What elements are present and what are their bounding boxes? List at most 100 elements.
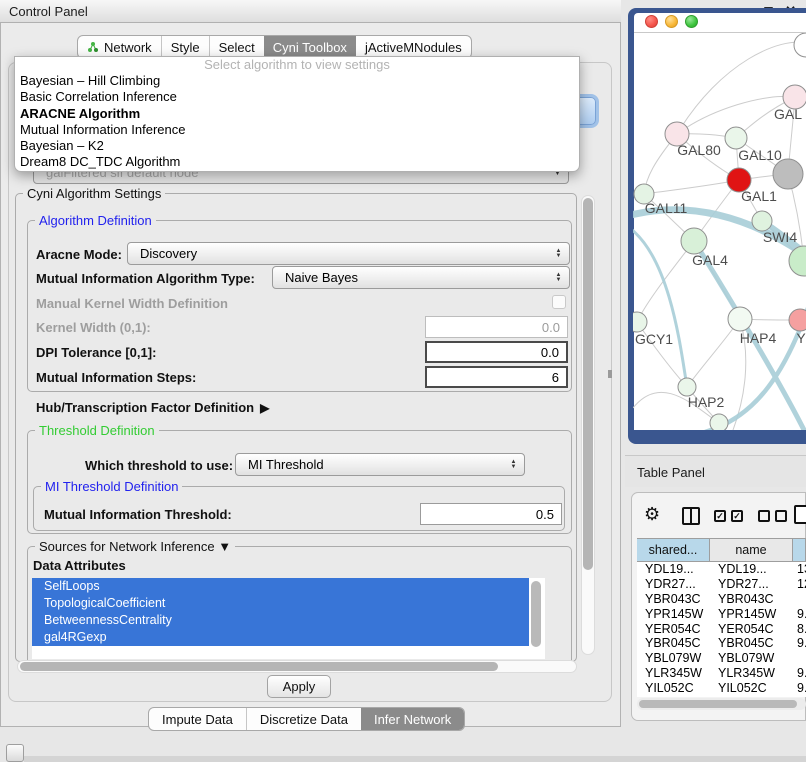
menu-item[interactable]: Bayesian – Hill Climbing bbox=[15, 73, 579, 89]
mi-algorithm-type-value: Naive Bayes bbox=[285, 270, 358, 285]
network-canvas[interactable]: GALGAL80GAL10GAL1GAL11SWI4GAL4GCY1HAP4YH… bbox=[633, 33, 806, 430]
network-node-gal10[interactable] bbox=[725, 127, 747, 149]
window-zoom-traffic-light[interactable] bbox=[685, 15, 698, 28]
hub-definition-expander[interactable]: Hub/Transcription Factor Definition▶ bbox=[36, 400, 269, 415]
algorithm-menu-prompt: Select algorithm to view settings bbox=[15, 57, 579, 73]
deselect-checkbox-icon[interactable] bbox=[758, 510, 770, 522]
attribute-item[interactable]: gal4RGexp bbox=[32, 629, 529, 646]
select-all-checkbox-icon[interactable]: ✓ bbox=[714, 510, 726, 522]
column-header[interactable]: name bbox=[710, 539, 793, 561]
dock-panel-button[interactable] bbox=[6, 744, 24, 762]
table-row[interactable]: YIL052CYIL052C9. bbox=[637, 681, 806, 696]
network-node-gal4[interactable] bbox=[681, 228, 707, 254]
menu-item[interactable]: Dream8 DC_TDC Algorithm bbox=[15, 154, 579, 170]
table-cell: YBR043C bbox=[637, 592, 710, 607]
tab-select[interactable]: Select bbox=[209, 36, 264, 58]
menu-item[interactable]: Bayesian – K2 bbox=[15, 138, 579, 154]
which-threshold-combo[interactable]: MI Threshold ▲▼ bbox=[235, 453, 525, 476]
algorithm-definition-title: Algorithm Definition bbox=[35, 213, 156, 228]
table-row[interactable]: YBR043CYBR043C bbox=[637, 592, 806, 607]
tab-infer-network[interactable]: Infer Network bbox=[361, 708, 464, 730]
attribute-item[interactable]: TopologicalCoefficient bbox=[32, 595, 529, 612]
table-row[interactable]: YDL19...YDL19...13 bbox=[637, 562, 806, 577]
control-panel-title: Control Panel bbox=[9, 4, 88, 19]
table-row[interactable]: YBL079WYBL079W bbox=[637, 651, 806, 666]
table-panel-title: Table Panel bbox=[637, 465, 705, 480]
bottom-strip bbox=[24, 756, 806, 762]
table-cell: YLR345W bbox=[637, 666, 710, 681]
aracne-mode-combo[interactable]: Discovery ▲▼ bbox=[127, 242, 570, 265]
sources-title[interactable]: Sources for Network Inference ▼ bbox=[35, 539, 235, 554]
tab-style[interactable]: Style bbox=[161, 36, 209, 58]
combo-arrows-icon: ▲▼ bbox=[552, 269, 565, 286]
table-cell: YBR043C bbox=[710, 592, 793, 607]
network-node[interactable] bbox=[794, 33, 806, 57]
table-row[interactable]: YER054CYER054C8. bbox=[637, 622, 806, 637]
manual-kernel-width-checkbox[interactable] bbox=[552, 295, 566, 309]
combo-arrows-icon: ▲▼ bbox=[507, 456, 520, 473]
table-settings-gear-icon[interactable]: ⚙ bbox=[644, 504, 660, 525]
network-node-swi4[interactable] bbox=[752, 211, 772, 231]
select-all-checkbox-icon[interactable]: ✓ bbox=[731, 510, 743, 522]
table-body: YDL19...YDL19...13YDR27...YDR27...12YBR0… bbox=[637, 562, 806, 697]
settings-horizontal-scrollbar[interactable] bbox=[17, 660, 577, 673]
table-row[interactable]: YDR27...YDR27...12 bbox=[637, 577, 806, 592]
menu-item[interactable]: ARACNE Algorithm bbox=[15, 106, 579, 122]
aracne-mode-label: Aracne Mode: bbox=[36, 247, 122, 262]
tab-cyni-toolbox[interactable]: Cyni Toolbox bbox=[264, 36, 356, 58]
table-cell: 8. bbox=[793, 622, 806, 637]
aracne-mode-value: Discovery bbox=[140, 246, 197, 261]
apply-button[interactable]: Apply bbox=[267, 675, 331, 698]
network-node[interactable] bbox=[789, 246, 806, 276]
dpi-tolerance-field[interactable]: 0.0 bbox=[425, 341, 568, 363]
kernel-width-field[interactable]: 0.0 bbox=[425, 316, 568, 338]
mi-steps-label: Mutual Information Steps: bbox=[36, 370, 196, 385]
node-label: GAL10 bbox=[738, 147, 782, 163]
network-node[interactable] bbox=[773, 159, 803, 189]
table-cell: 9. bbox=[793, 607, 806, 622]
network-node-y[interactable] bbox=[789, 309, 806, 331]
settings-vertical-scrollbar[interactable] bbox=[581, 195, 595, 655]
menu-item[interactable]: Mutual Information Inference bbox=[15, 122, 579, 138]
table-row[interactable]: YPR145WYPR145W9. bbox=[637, 607, 806, 622]
window-close-traffic-light[interactable] bbox=[645, 15, 658, 28]
table-row[interactable]: YLR345WYLR345W9. bbox=[637, 666, 806, 681]
column-header[interactable] bbox=[793, 539, 806, 561]
tab-network[interactable]: Network bbox=[78, 36, 161, 58]
mi-steps-field[interactable]: 6 bbox=[425, 366, 568, 388]
expander-arrow-icon: ▶ bbox=[260, 401, 269, 415]
window-minimize-traffic-light[interactable] bbox=[665, 15, 678, 28]
column-header[interactable]: shared... bbox=[637, 539, 710, 561]
attribute-item[interactable]: SelfLoops bbox=[32, 578, 529, 595]
table-header-row: shared...name bbox=[637, 538, 806, 562]
tab-impute-data[interactable]: Impute Data bbox=[149, 708, 246, 730]
attribute-item[interactable]: BetweennessCentrality bbox=[32, 612, 529, 629]
table-cell: YDR27... bbox=[637, 577, 710, 592]
menu-item[interactable]: Basic Correlation Inference bbox=[15, 89, 579, 105]
table-cell: 13 bbox=[793, 562, 806, 577]
panel-divider-grip[interactable] bbox=[608, 370, 612, 378]
node-label: HAP4 bbox=[740, 330, 777, 346]
control-panel-titlebar[interactable]: Control Panel bbox=[0, 0, 621, 23]
table-cell: 9. bbox=[793, 681, 806, 696]
which-threshold-label: Which threshold to use: bbox=[85, 458, 233, 473]
table-horizontal-scrollbar[interactable] bbox=[637, 698, 806, 710]
table-cell: YER054C bbox=[637, 622, 710, 637]
table-cell: YIL052C bbox=[637, 681, 710, 696]
table-cell: 9. bbox=[793, 636, 806, 651]
mi-algorithm-type-combo[interactable]: Naive Bayes ▲▼ bbox=[272, 266, 570, 289]
mi-threshold-field[interactable]: 0.5 bbox=[420, 503, 562, 525]
node-label: GAL80 bbox=[677, 142, 721, 158]
network-node-gcy1[interactable] bbox=[633, 312, 647, 332]
table-cell: YBR045C bbox=[637, 636, 710, 651]
network-node-hap4[interactable] bbox=[728, 307, 752, 331]
columns-icon[interactable] bbox=[682, 507, 700, 525]
attributes-list-scrollbar[interactable] bbox=[531, 581, 541, 647]
tab-discretize-data[interactable]: Discretize Data bbox=[246, 708, 361, 730]
deselect-checkbox-icon[interactable] bbox=[775, 510, 787, 522]
table-row[interactable]: YBR045CYBR045C9. bbox=[637, 636, 806, 651]
network-node[interactable] bbox=[710, 414, 728, 430]
node-label: GAL bbox=[774, 106, 802, 122]
export-table-icon[interactable] bbox=[794, 505, 806, 524]
tab-jactivemnodules[interactable]: jActiveMNodules bbox=[356, 36, 471, 58]
